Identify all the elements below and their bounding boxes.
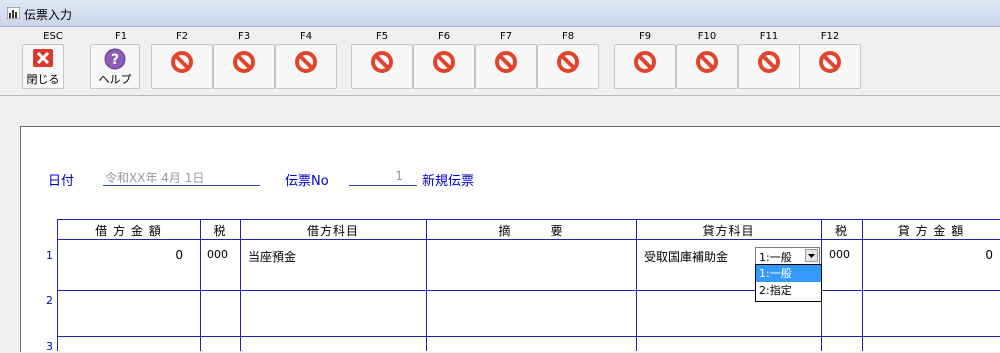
fkey-label: F10 bbox=[697, 31, 717, 42]
help-button-caption: ヘルプ bbox=[98, 73, 132, 86]
close-button-caption: 閉じる bbox=[26, 73, 60, 86]
help-button[interactable]: ? ヘルプ bbox=[90, 44, 140, 89]
grid-line bbox=[57, 336, 1000, 337]
credit-tax-cell[interactable]: 000 bbox=[829, 248, 850, 261]
fkey-label: F3 bbox=[237, 31, 251, 42]
fkey-f2[interactable]: F2 bbox=[149, 31, 215, 91]
fkey-f9[interactable]: F9 bbox=[612, 31, 678, 91]
close-button[interactable]: 閉じる bbox=[22, 44, 64, 89]
date-value: 令和XX年 4月 1日 bbox=[105, 171, 205, 185]
f12-button[interactable] bbox=[799, 44, 861, 89]
fkey-f7[interactable]: F7 bbox=[473, 31, 539, 91]
row-number: 1 bbox=[46, 249, 53, 262]
window-title: 伝票入力 bbox=[24, 8, 73, 22]
fkey-label: ESC bbox=[43, 31, 63, 42]
f5-button[interactable] bbox=[351, 44, 413, 89]
fkey-f4[interactable]: F4 bbox=[273, 31, 339, 91]
disabled-icon bbox=[171, 51, 193, 73]
grid-line bbox=[57, 219, 1000, 220]
fkey-label: F2 bbox=[175, 31, 189, 42]
fkey-esc[interactable]: ESC 閉じる bbox=[20, 31, 86, 91]
f11-button[interactable] bbox=[738, 44, 800, 89]
fkey-f6[interactable]: F6 bbox=[411, 31, 477, 91]
f4-button[interactable] bbox=[275, 44, 337, 89]
fkey-f10[interactable]: F10 bbox=[674, 31, 740, 91]
fkey-label: F4 bbox=[299, 31, 313, 42]
fkey-label: F8 bbox=[561, 31, 575, 42]
f2-button[interactable] bbox=[151, 44, 213, 89]
close-x-icon bbox=[33, 49, 53, 67]
description-cell[interactable] bbox=[432, 248, 632, 264]
window-titlebar: 伝票入力 bbox=[0, 0, 1000, 27]
slip-status: 新規伝票 bbox=[422, 174, 475, 189]
f3-button[interactable] bbox=[213, 44, 275, 89]
slip-no-field[interactable]: 1 bbox=[349, 168, 417, 186]
disabled-icon bbox=[758, 51, 780, 73]
subsidy-type-select[interactable]: 1:一般 bbox=[755, 247, 820, 265]
disabled-icon bbox=[433, 51, 455, 73]
col-header-credit-account: 貸方科目 bbox=[702, 224, 755, 238]
debit-account-cell[interactable]: 当座預金 bbox=[248, 248, 296, 265]
fkey-f12[interactable]: F12 bbox=[797, 31, 863, 91]
disabled-icon bbox=[495, 51, 517, 73]
fkey-f1[interactable]: F1 ? ヘルプ bbox=[88, 31, 154, 91]
fkey-label: F9 bbox=[638, 31, 652, 42]
journal-grid: 借 方 金 額 税 借方科目 摘 要 貸方科目 税 貸 方 金 額 0 000 … bbox=[57, 219, 1000, 351]
row-number: 2 bbox=[46, 294, 53, 307]
dropdown-option[interactable]: 1:一般 bbox=[756, 265, 821, 282]
help-icon: ? bbox=[104, 48, 126, 70]
date-field[interactable]: 令和XX年 4月 1日 bbox=[103, 168, 260, 186]
fkey-label: F11 bbox=[759, 31, 779, 42]
credit-amount-cell[interactable]: 0 bbox=[862, 248, 993, 262]
subsidy-type-value: 1:一般 bbox=[759, 251, 792, 264]
grid-line bbox=[57, 239, 1000, 240]
fkey-label: F1 bbox=[114, 31, 128, 42]
f7-button[interactable] bbox=[475, 44, 537, 89]
app-icon bbox=[7, 7, 20, 19]
subsidy-type-dropdown: 1:一般 2:指定 bbox=[755, 264, 822, 302]
disabled-icon bbox=[371, 51, 393, 73]
dropdown-option[interactable]: 2:指定 bbox=[756, 282, 821, 299]
fkey-label: F6 bbox=[437, 31, 451, 42]
col-header-debit-amount: 借 方 金 額 bbox=[95, 224, 162, 238]
col-header-description: 摘 要 bbox=[498, 224, 564, 238]
debit-tax-cell[interactable]: 000 bbox=[207, 248, 228, 261]
col-header-debit-account: 借方科目 bbox=[306, 224, 359, 238]
f8-button[interactable] bbox=[537, 44, 599, 89]
fkey-label: F5 bbox=[375, 31, 389, 42]
disabled-icon bbox=[295, 51, 317, 73]
fkey-f3[interactable]: F3 bbox=[211, 31, 277, 91]
slip-no-value: 1 bbox=[395, 169, 403, 183]
disabled-icon bbox=[634, 51, 656, 73]
slip-no-label[interactable]: 伝票No bbox=[285, 170, 329, 189]
f10-button[interactable] bbox=[676, 44, 738, 89]
row-number: 3 bbox=[46, 340, 53, 353]
fkey-label: F12 bbox=[820, 31, 840, 42]
col-header-credit-amount: 貸 方 金 額 bbox=[897, 224, 965, 238]
function-key-toolbar: ESC 閉じる F1 ? ヘルプ F2 F3 F4 F5 F6 F7 F8 F9… bbox=[0, 27, 1000, 96]
f6-button[interactable] bbox=[413, 44, 475, 89]
date-label[interactable]: 日付 bbox=[48, 170, 74, 189]
fkey-f11[interactable]: F11 bbox=[736, 31, 802, 91]
fkey-label: F7 bbox=[499, 31, 513, 42]
disabled-icon bbox=[557, 51, 579, 73]
col-header-debit-tax: 税 bbox=[213, 224, 227, 238]
col-header-credit-tax: 税 bbox=[834, 224, 848, 238]
disabled-icon bbox=[233, 51, 255, 73]
f9-button[interactable] bbox=[614, 44, 676, 89]
credit-account-cell[interactable]: 受取国庫補助金 bbox=[644, 248, 728, 265]
debit-amount-cell[interactable]: 0 bbox=[57, 248, 183, 262]
grid-line bbox=[57, 290, 1000, 291]
fkey-f8[interactable]: F8 bbox=[535, 31, 601, 91]
disabled-icon bbox=[819, 51, 841, 73]
disabled-icon bbox=[696, 51, 718, 73]
chevron-down-icon[interactable] bbox=[805, 249, 818, 262]
svg-text:?: ? bbox=[111, 52, 119, 68]
fkey-f5[interactable]: F5 bbox=[349, 31, 415, 91]
